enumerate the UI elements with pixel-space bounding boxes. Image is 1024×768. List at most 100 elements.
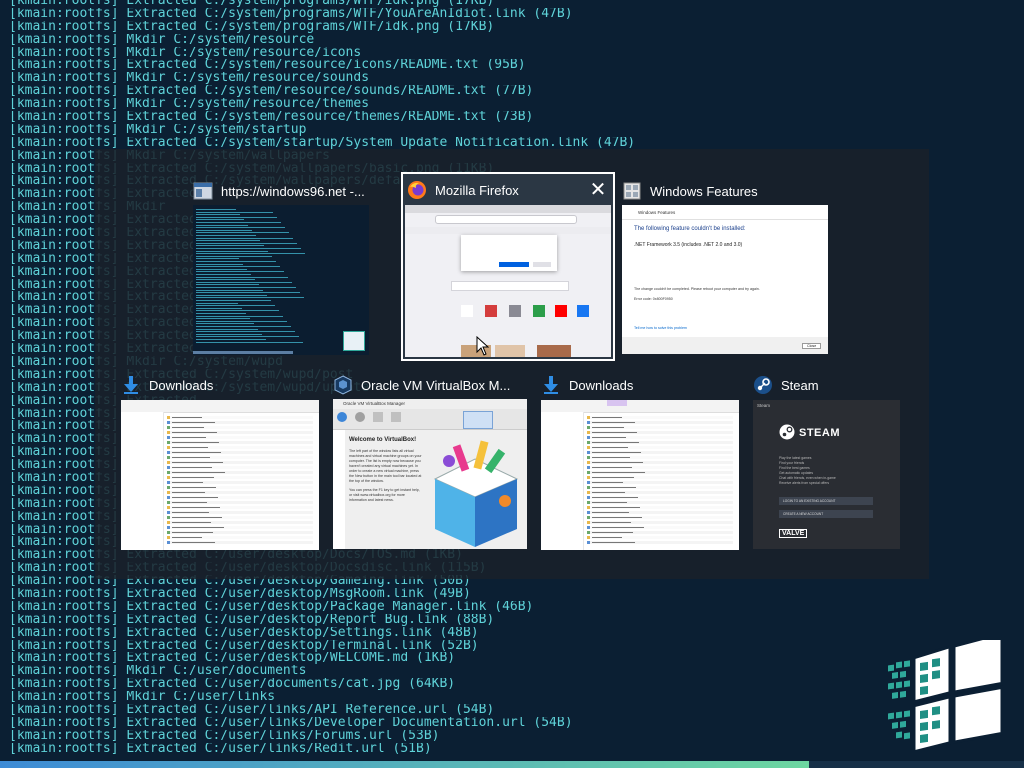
file-name-text — [172, 457, 210, 458]
file-name-text — [172, 527, 224, 528]
file-icon — [167, 506, 170, 509]
vbox-welcome-heading: Welcome to VirtualBox! — [349, 437, 417, 443]
explorer-manage-tab — [607, 400, 627, 406]
switcher-tile-steam[interactable]: Steam Steam STEAM Play the latest games … — [753, 371, 901, 551]
switcher-tile-firefox[interactable]: Mozilla Firefox ✕ — [401, 172, 615, 361]
windows96-thumb-text-line — [196, 214, 240, 216]
file-name-text — [172, 537, 202, 538]
windows96-thumb-text-line — [196, 328, 258, 330]
windows96-thumb-text-line — [196, 320, 287, 322]
file-name-text — [592, 497, 638, 498]
windows96-thumb-text-line — [196, 323, 254, 325]
file-name-text — [592, 512, 629, 513]
explorer-file-row — [167, 516, 313, 519]
vbox-machine-list — [333, 430, 345, 549]
file-icon — [167, 481, 170, 484]
terminal-line: [kmain:rootfs] Mkdir C:/user/links — [9, 691, 276, 704]
file-name-text — [592, 517, 642, 518]
file-icon — [167, 501, 170, 504]
explorer-file-row — [167, 441, 313, 444]
terminal-line: [kmain:rootfs] Extracted C:/user/desktop… — [9, 600, 534, 614]
switcher-tile-virtualbox[interactable]: Oracle VM VirtualBox M... Oracle VM Virt… — [333, 371, 529, 551]
file-icon — [167, 436, 170, 439]
explorer-file-row — [167, 496, 313, 499]
features-footer — [622, 337, 828, 354]
file-name-text — [172, 462, 223, 463]
file-icon — [167, 451, 170, 454]
firefox-dialog-primary-button — [499, 262, 529, 267]
explorer-file-row — [587, 521, 733, 524]
windows96-thumb-text-line — [196, 294, 267, 296]
explorer-file-row — [587, 471, 733, 474]
firefox-urlbar — [435, 215, 577, 224]
file-name-text — [172, 442, 219, 443]
windows96-thumb-text-line — [196, 219, 244, 221]
windows96-thumb-text-line — [196, 326, 291, 327]
steam-thumbnail: Steam STEAM Play the latest games Find y… — [753, 400, 900, 549]
windows96-thumb-text-line — [196, 268, 247, 270]
downloads-1-thumbnail — [121, 400, 319, 550]
windows96-thumb-text-line — [196, 287, 296, 288]
terminal-line: [kmain:rootfs] Extracted C:/user/desktop… — [9, 587, 471, 601]
file-icon — [587, 526, 590, 529]
file-icon — [587, 501, 590, 504]
terminal-line: [kmain:rootfs] Extracted C:/user/desktop… — [9, 652, 456, 666]
file-name-text — [172, 447, 208, 448]
boot-progress-fill — [0, 761, 809, 768]
steam-icon — [754, 376, 772, 394]
firefox-thumbnail — [405, 205, 611, 357]
file-icon — [587, 521, 590, 524]
features-window-title: Windows Features — [638, 210, 676, 215]
switcher-tile-downloads-1[interactable]: Downloads — [121, 371, 319, 551]
file-icon — [587, 511, 590, 514]
windows96-thumb-text-line — [196, 258, 239, 260]
explorer-file-row — [587, 436, 733, 439]
windows96-thumb-text-line — [196, 300, 271, 301]
vbox-global-tools-button — [495, 411, 523, 427]
steam-create-account-button: CREATE A NEW ACCOUNT — [779, 510, 873, 518]
switcher-tile-windows-features[interactable]: Windows Features Windows Features The fo… — [622, 177, 830, 357]
terminal-line: [kmain:rootfs] Extracted C:/user/documen… — [9, 678, 456, 692]
switcher-tile-title: Downloads — [569, 377, 634, 393]
file-icon — [167, 516, 170, 519]
explorer-file-row — [167, 431, 313, 434]
file-icon — [587, 421, 590, 424]
explorer-file-row — [587, 416, 733, 419]
terminal-line: [kmain:rootfs] Mkdir C:/system/resource/… — [9, 98, 370, 112]
terminal-line: [kmain:rootfs] Mkdir C:/system/resource — [9, 33, 315, 47]
windows96-thumb-text-line — [196, 224, 248, 226]
explorer-file-row — [587, 506, 733, 509]
explorer-file-row — [167, 421, 313, 424]
windows96-thumb-text-line — [196, 211, 273, 213]
steam-logo-text: STEAM — [799, 427, 840, 439]
windows96-thumb-text-line — [196, 235, 256, 236]
file-name-text — [592, 522, 631, 523]
file-name-text — [172, 427, 204, 428]
terminal-line: [kmain:rootfs] Extracted C:/system/progr… — [9, 20, 495, 34]
windows96-thumb-text-line — [196, 266, 280, 268]
close-window-button[interactable]: ✕ — [585, 176, 611, 202]
terminal-line: [kmain:rootfs] Extracted C:/user/links/A… — [9, 703, 495, 717]
windows96-thumb-text-line — [196, 341, 303, 343]
switcher-tile-windows96[interactable]: https://windows96.net -... — [193, 177, 371, 357]
firefox-tabbar — [405, 205, 611, 213]
explorer-file-row — [587, 536, 733, 539]
explorer-file-row — [587, 461, 733, 464]
download-arrow-icon — [124, 376, 138, 394]
file-name-text — [172, 492, 205, 493]
switcher-tile-downloads-2[interactable]: Downloads — [541, 371, 739, 551]
file-name-text — [172, 452, 221, 453]
explorer-file-row — [587, 446, 733, 449]
file-name-text — [592, 422, 635, 423]
firefox-notification-bar — [405, 227, 611, 234]
file-icon — [167, 526, 170, 529]
file-icon — [587, 441, 590, 444]
steam-feature-item: Receive alerts from special offers — [779, 481, 830, 485]
file-icon — [167, 486, 170, 489]
terminal-line: [kmain:rootfs] Extracted C:/user/links/R… — [9, 742, 432, 756]
features-message: The change couldn't be completed. Please… — [634, 287, 760, 291]
features-error-code: Error code: 0x800F0950 — [634, 297, 673, 301]
windows96-thumb-text-line — [196, 315, 283, 317]
explorer-file-row — [167, 501, 313, 504]
file-icon — [167, 541, 170, 544]
